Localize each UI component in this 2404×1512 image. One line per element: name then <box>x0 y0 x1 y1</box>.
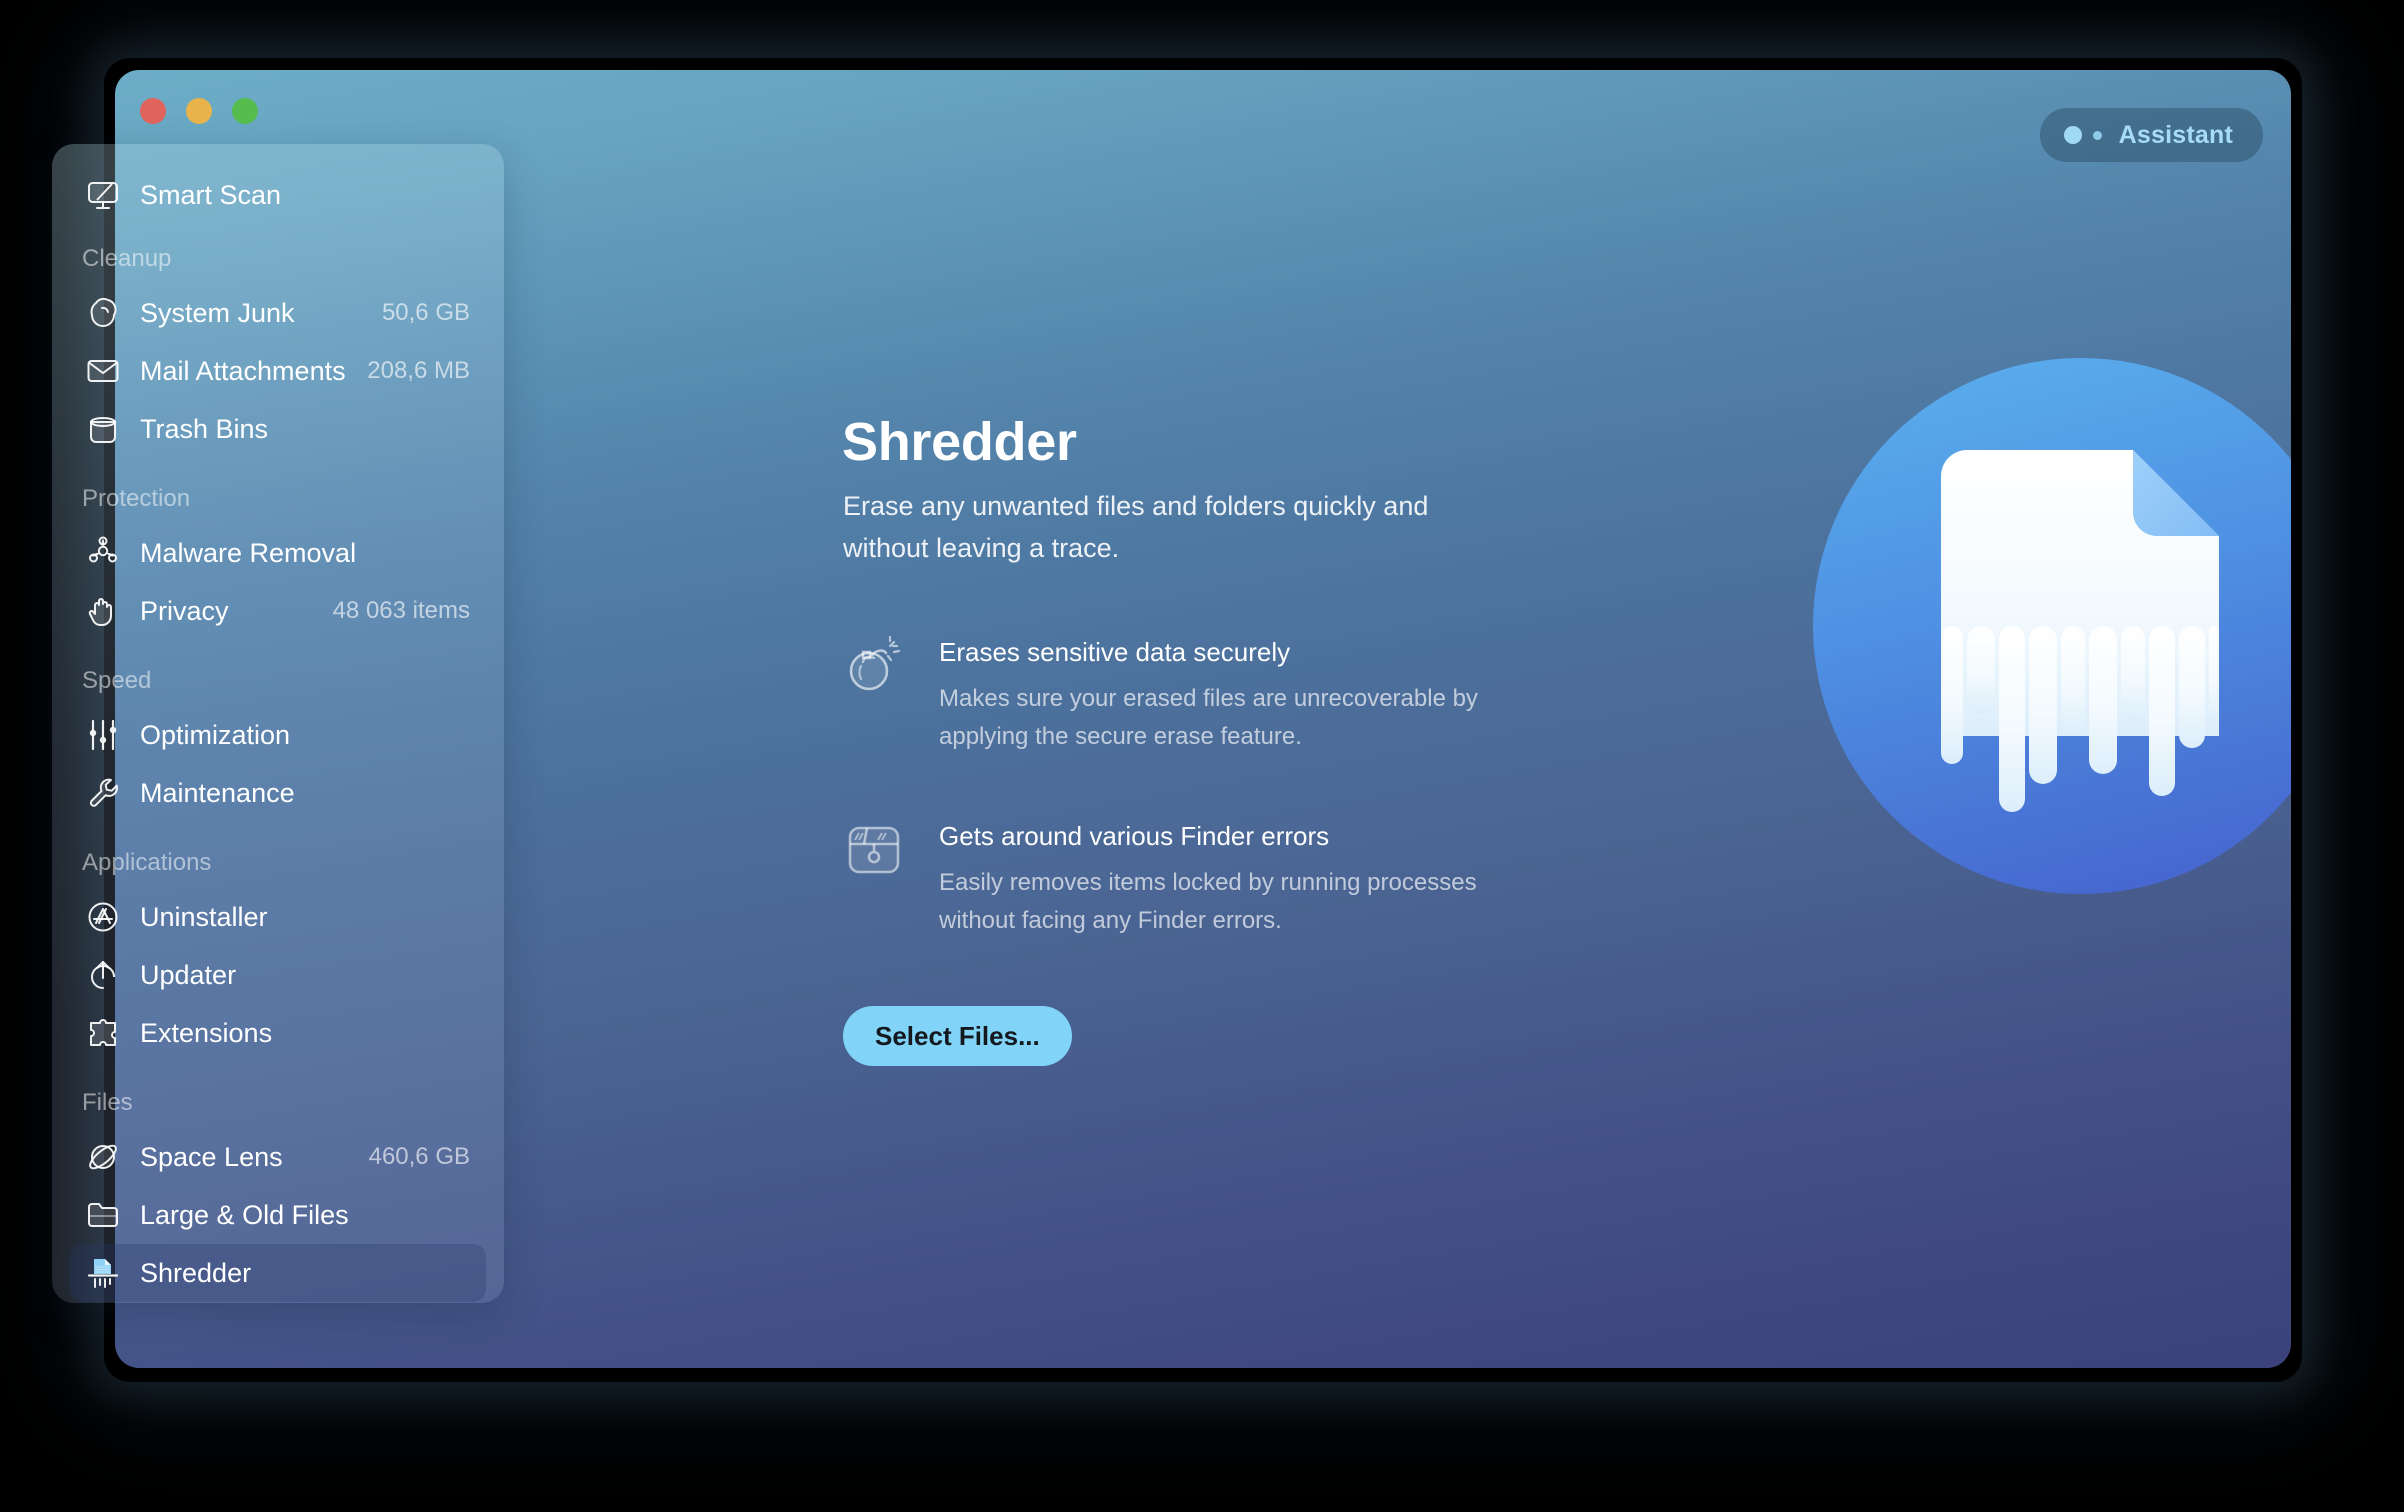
page-subtitle: Erase any unwanted files and folders qui… <box>843 491 1429 563</box>
close-window-button[interactable] <box>140 98 166 124</box>
assistant-dot-large-icon <box>2063 126 2082 144</box>
sidebar-item-large-old-files[interactable]: Large & Old Files <box>70 1186 486 1244</box>
sidebar-group-title: Cleanup <box>82 245 172 272</box>
display-scan-icon <box>82 175 124 215</box>
sidebar-item-value: 460,6 GB <box>368 1143 470 1170</box>
main-content: Shredder Erase any unwanted files and fo… <box>621 140 2291 1368</box>
up-arrow-icon <box>82 955 124 995</box>
shredder-icon <box>82 1253 124 1293</box>
sidebar-item-label: Updater <box>140 959 237 990</box>
screen: Assistant Shredder Erase any unwanted fi… <box>0 0 2404 1512</box>
sidebar-item-extensions[interactable]: Extensions <box>70 1004 486 1062</box>
sidebar-item-label: Smart Scan <box>140 179 282 210</box>
folder-icon <box>82 1195 124 1235</box>
sidebar-item-trash-bins[interactable]: Trash Bins <box>70 400 486 458</box>
feature-description: Easily removes items locked by running p… <box>939 869 1477 934</box>
sidebar-item-uninstaller[interactable]: Uninstaller <box>70 888 486 946</box>
feature-text: Erases sensitive data securely Makes sur… <box>939 634 1503 756</box>
feature-description: Makes sure your erased files are unrecov… <box>939 685 1478 750</box>
sidebar-group-title: Protection <box>82 485 191 512</box>
minimize-window-button[interactable] <box>186 98 212 124</box>
assistant-dot-small-icon <box>2092 130 2102 140</box>
sidebar-item-label: System Junk <box>140 297 295 328</box>
sidebar-item-value: 48 063 items <box>332 597 470 624</box>
sidebar-item-optimization[interactable]: Optimization <box>70 706 486 764</box>
locked-box-icon <box>843 818 905 880</box>
sidebar-item-shredder[interactable]: Shredder <box>70 1244 486 1302</box>
sidebar-group-title: Speed <box>82 667 152 694</box>
broom-icon <box>82 293 124 333</box>
feature-title: Erases sensitive data securely <box>939 637 1291 667</box>
sidebar-group-title: Applications <box>82 849 212 876</box>
sidebar-item-value: 50,6 GB <box>381 299 470 326</box>
appstore-icon <box>82 897 124 937</box>
sidebar-item-smart-scan[interactable]: Smart Scan <box>70 166 486 224</box>
sidebar-item-label: Space Lens <box>140 1141 283 1172</box>
envelope-icon <box>82 351 124 391</box>
sidebar-item-label: Extensions <box>140 1017 273 1048</box>
sidebar-item-malware-removal[interactable]: Malware Removal <box>70 524 486 582</box>
wrench-icon <box>82 773 124 813</box>
traffic-lights <box>140 98 258 124</box>
sidebar-item-label: Large & Old Files <box>140 1199 349 1230</box>
sidebar-item-label: Optimization <box>140 719 291 750</box>
assistant-button[interactable]: Assistant <box>2039 108 2263 162</box>
sidebar-item-space-lens[interactable]: Space Lens 460,6 GB <box>70 1128 486 1186</box>
select-files-button[interactable]: Select Files... <box>843 1006 1072 1066</box>
sidebar-item-label: Maintenance <box>140 777 295 808</box>
feature-title: Gets around various Finder errors <box>939 821 1330 851</box>
bomb-icon <box>843 634 905 696</box>
puzzle-icon <box>82 1013 124 1053</box>
hand-icon <box>82 591 124 631</box>
sidebar-item-label: Malware Removal <box>140 537 357 568</box>
sidebar-item-label: Shredder <box>140 1257 252 1288</box>
sidebar: Smart Scan Cleanup System Junk 50,6 GB Mail … <box>52 144 504 1303</box>
sidebar-item-label: Privacy <box>140 595 229 626</box>
trash-bin-icon <box>82 409 124 449</box>
sidebar-item-system-junk[interactable]: System Junk 50,6 GB <box>70 284 486 342</box>
sidebar-item-updater[interactable]: Updater <box>70 946 486 1004</box>
maximize-window-button[interactable] <box>232 98 258 124</box>
assistant-label: Assistant <box>2118 120 2233 149</box>
feature-text: Gets around various Finder errors Easily… <box>939 818 1503 940</box>
sidebar-item-label: Uninstaller <box>140 901 268 932</box>
sidebar-item-mail-attachments[interactable]: Mail Attachments 208,6 MB <box>70 342 486 400</box>
feature-list: Erases sensitive data securely Makes sur… <box>843 634 1503 1002</box>
feature-item: Gets around various Finder errors Easily… <box>843 818 1503 940</box>
sidebar-item-maintenance[interactable]: Maintenance <box>70 764 486 822</box>
sidebar-item-value: 208,6 MB <box>367 357 470 384</box>
sidebar-item-label: Trash Bins <box>140 413 269 444</box>
sidebar-item-privacy[interactable]: Privacy 48 063 items <box>70 582 486 640</box>
sidebar-item-label: Mail Attachments <box>140 355 346 386</box>
shredded-document-icon <box>1781 326 2291 926</box>
biohazard-icon <box>82 533 124 573</box>
sidebar-group-title: Files <box>82 1089 133 1116</box>
sliders-icon <box>82 715 124 755</box>
feature-item: Erases sensitive data securely Makes sur… <box>843 634 1503 756</box>
page-title: Shredder <box>842 412 1077 472</box>
planet-icon <box>82 1137 124 1177</box>
